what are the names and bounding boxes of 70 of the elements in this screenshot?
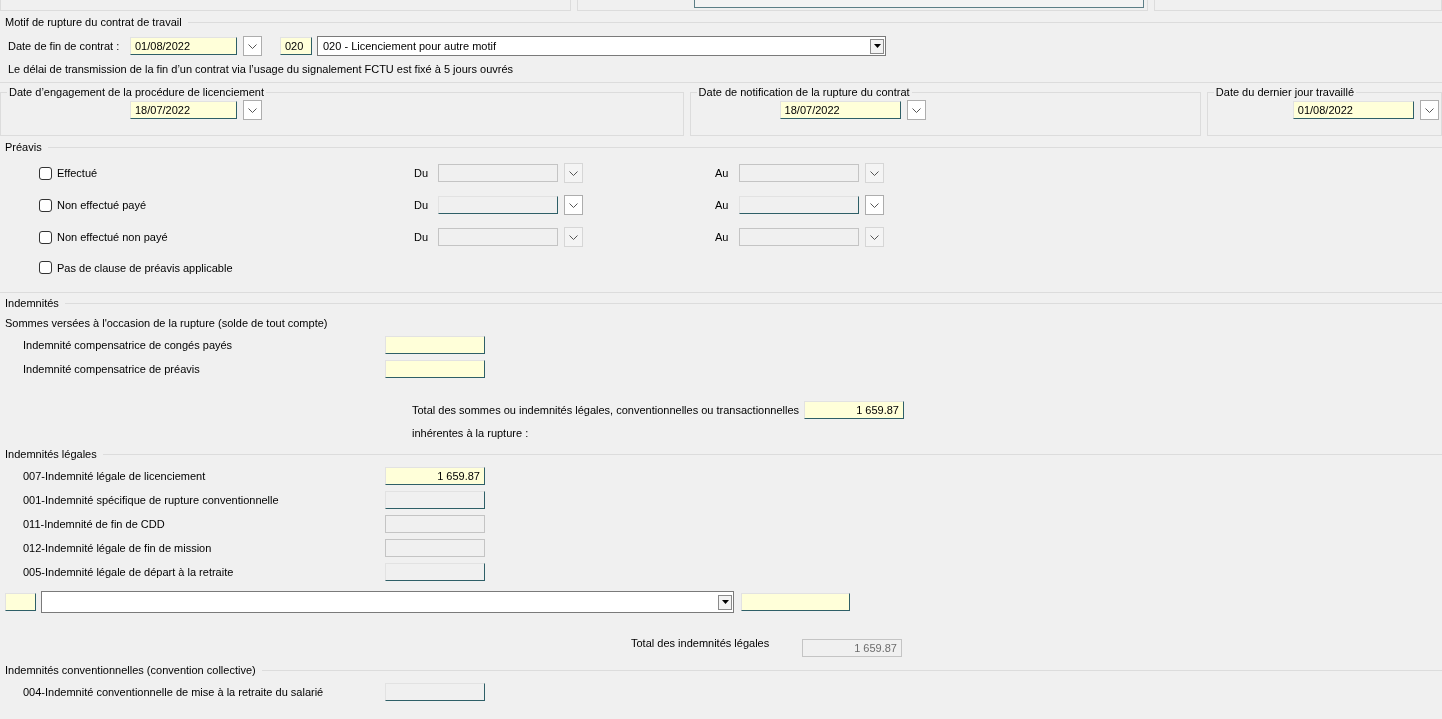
chevron-down-icon bbox=[1424, 107, 1434, 113]
group-title: Date du dernier jour travaillé bbox=[1214, 86, 1355, 98]
field-label: 004-Indemnité conventionnelle de mise à la retraite du salarié bbox=[23, 686, 325, 698]
date-field[interactable]: 18/07/2022 bbox=[130, 101, 237, 119]
code-field[interactable]: 020 bbox=[280, 37, 312, 55]
date-field[interactable]: 01/08/2022 bbox=[130, 37, 237, 55]
section-title: Indemnités légales bbox=[5, 448, 97, 460]
chevron-down-icon bbox=[870, 234, 879, 240]
checkbox-label: Non effectué non payé bbox=[57, 231, 169, 243]
date-field[interactable]: 18/07/2022 bbox=[779, 101, 901, 119]
info-text: Le délai de transmission de la fin d’un contrat via l’usage du signalement FCTU est fixé à 5 jours ouvrés bbox=[8, 62, 515, 77]
chevron-down-icon bbox=[248, 43, 257, 49]
field-label: Indemnité compensatrice de préavis bbox=[23, 363, 201, 375]
field-label: Au bbox=[715, 199, 730, 211]
field-label: Au bbox=[715, 167, 730, 179]
input-field[interactable] bbox=[739, 164, 859, 182]
section-title: Motif de rupture du contrat de travail bbox=[5, 16, 182, 28]
section-title: Préavis bbox=[5, 141, 42, 153]
calendar-dropdown-button[interactable] bbox=[906, 100, 926, 120]
field-label: Du bbox=[414, 199, 430, 211]
checkbox-label: Non effectué payé bbox=[57, 199, 148, 211]
total-label: Total des indemnités légales bbox=[631, 637, 771, 649]
calendar-dropdown-button[interactable] bbox=[564, 227, 583, 247]
calendar-dropdown-button[interactable] bbox=[1419, 100, 1439, 120]
checkbox[interactable] bbox=[39, 198, 52, 212]
total-label: Total des sommes ou indemnités légales, conventionnelles ou transactionnelles bbox=[412, 404, 801, 416]
amount-field[interactable] bbox=[741, 593, 850, 611]
chevron-down-icon bbox=[569, 234, 578, 240]
group-title: Date de notification de la rupture du contrat bbox=[697, 86, 911, 98]
calendar-dropdown-button[interactable] bbox=[865, 163, 884, 183]
dropdown[interactable] bbox=[41, 591, 734, 613]
field-label: 011-Indemnité de fin de CDD bbox=[23, 518, 166, 530]
total-label: inhérentes à la rupture : bbox=[412, 427, 529, 439]
calendar-dropdown-button[interactable] bbox=[564, 163, 583, 183]
input-field[interactable]: 1 659.87 bbox=[385, 467, 485, 485]
calendar-dropdown-button[interactable] bbox=[564, 195, 583, 215]
field-label: 012-Indemnité légale de fin de mission bbox=[23, 542, 213, 554]
field-label: Indemnité compensatrice de congés payés bbox=[23, 339, 234, 351]
input-field[interactable] bbox=[385, 515, 485, 533]
chevron-down-icon bbox=[870, 170, 879, 176]
code-field[interactable] bbox=[5, 593, 36, 611]
date-field[interactable]: 01/08/2022 bbox=[1292, 101, 1414, 119]
chevron-down-icon bbox=[569, 170, 578, 176]
field-label: 005-Indemnité légale de départ à la retraite bbox=[23, 566, 235, 578]
amount-field[interactable]: 1 659.87 bbox=[804, 401, 904, 419]
section-title: Indemnités bbox=[5, 297, 59, 309]
field-label: Date de fin de contrat : bbox=[8, 40, 121, 52]
chevron-down-icon bbox=[569, 202, 578, 208]
calendar-dropdown-button[interactable] bbox=[243, 100, 262, 120]
checkbox-label: Pas de clause de préavis applicable bbox=[57, 261, 234, 274]
checkbox-label: Effectué bbox=[57, 167, 99, 179]
chevron-down-icon bbox=[870, 202, 879, 208]
input-field[interactable] bbox=[694, 0, 1144, 8]
input-field[interactable] bbox=[739, 228, 859, 246]
field-label: Du bbox=[414, 231, 430, 243]
checkbox[interactable] bbox=[39, 261, 52, 274]
section-title: Indemnités conventionnelles (convention collective) bbox=[5, 664, 256, 676]
reason-dropdown[interactable]: 020 - Licenciement pour autre motif bbox=[317, 36, 886, 56]
input-field[interactable] bbox=[385, 539, 485, 557]
calendar-dropdown-button[interactable] bbox=[243, 36, 262, 56]
chevron-down-icon bbox=[248, 107, 257, 113]
field-label: 007-Indemnité légale de licenciement bbox=[23, 470, 207, 482]
calendar-dropdown-button[interactable] bbox=[865, 227, 884, 247]
field-label: Au bbox=[715, 231, 730, 243]
chevron-down-icon bbox=[911, 107, 921, 113]
field-label: Du bbox=[414, 167, 430, 179]
group-title: Date d’engagement de la procédure de licenciement bbox=[8, 86, 265, 98]
calendar-dropdown-button[interactable] bbox=[865, 195, 884, 215]
subtitle-text: Sommes versées à l'occasion de la rupture (solde de tout compte) bbox=[5, 317, 329, 331]
field-label: 001-Indemnité spécifique de rupture conventionnelle bbox=[23, 494, 280, 506]
